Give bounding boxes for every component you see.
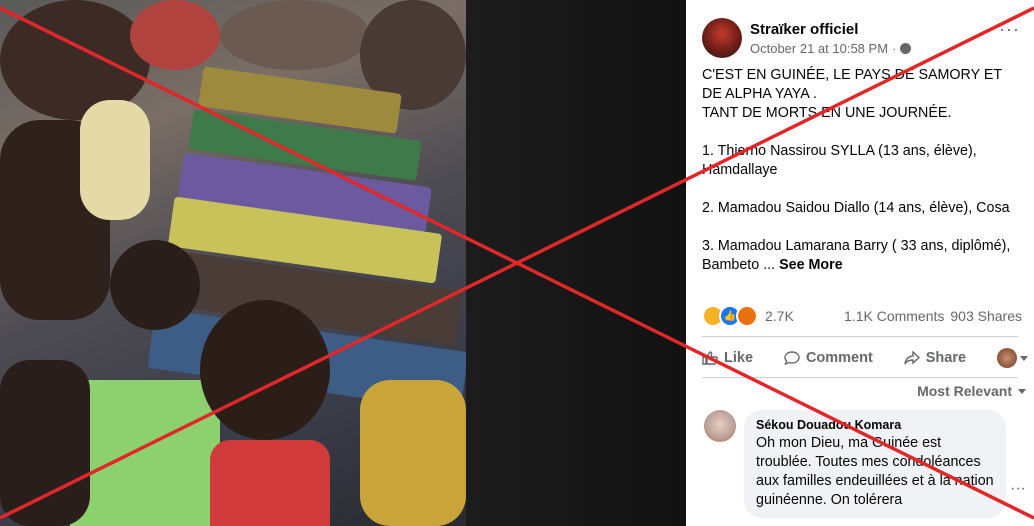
thumbs-up-icon [702, 351, 718, 365]
divider [702, 377, 1018, 378]
post-meta: October 21 at 10:58 PM · [750, 40, 912, 56]
post-list-item-1: 1. Thierno Nassirou SYLLA (13 ans, élève… [702, 143, 977, 178]
post-actions: Like Comment Share [702, 344, 1028, 372]
comment-more-icon[interactable]: ··· [1010, 481, 1026, 497]
comment-sort-dropdown[interactable]: Most Relevant [917, 383, 1026, 399]
post-text: C'EST EN GUINÉE, LE PAYS DE SAMORY ET DE… [702, 66, 1022, 275]
post-heading-line2: TANT DE MORTS EN UNE JOURNÉE. [702, 105, 952, 121]
comment: Sékou Douadou Komara Oh mon Dieu, ma Gui… [704, 410, 1006, 518]
comment-bubble: Sékou Douadou Komara Oh mon Dieu, ma Gui… [744, 410, 1006, 518]
comment-author[interactable]: Sékou Douadou Komara [756, 418, 994, 432]
comment-button[interactable]: Comment [784, 350, 873, 366]
globe-icon [900, 42, 912, 54]
comment-avatar[interactable] [704, 410, 736, 442]
caret-down-icon [1019, 355, 1028, 361]
see-more-link[interactable]: See More [779, 257, 843, 273]
shares-count[interactable]: 903 Shares [950, 308, 1022, 324]
post-author[interactable]: Straïker officiel [750, 21, 911, 38]
comments-count[interactable]: 1.1K Comments [844, 308, 944, 324]
more-options-icon[interactable]: ··· [999, 20, 1020, 38]
meta-separator: · [892, 40, 897, 56]
share-icon [904, 351, 920, 365]
profile-switcher[interactable] [996, 348, 1028, 368]
photo-background [466, 0, 686, 526]
divider [702, 336, 1018, 337]
comment-icon [784, 351, 800, 365]
reaction-count[interactable]: 2.7K [765, 308, 794, 324]
post-heading-line1: C'EST EN GUINÉE, LE PAYS DE SAMORY ET DE… [702, 67, 1002, 102]
post-timestamp[interactable]: October 21 at 10:58 PM [750, 41, 888, 56]
comment-text: Oh mon Dieu, ma Guinée est troublée. Tou… [756, 435, 994, 508]
post-photo [0, 0, 466, 526]
post-photo-viewer [0, 0, 686, 526]
post-list-item-2: 2. Mamadou Saidou Diallo (14 ans, élève)… [702, 200, 1010, 216]
like-button[interactable]: Like [702, 350, 753, 366]
post-header: Straïker officiel October 21 at 10:58 PM… [702, 16, 912, 60]
sort-label: Most Relevant [917, 383, 1012, 399]
author-avatar[interactable] [702, 18, 742, 58]
like-label: Like [724, 350, 754, 366]
share-button[interactable]: Share [904, 350, 966, 366]
comment-label: Comment [805, 350, 873, 366]
mini-avatar [996, 348, 1017, 368]
angry-icon[interactable] [736, 305, 758, 327]
post-list-item-3: 3. Mamadou Lamarana Barry ( 33 ans, dipl… [702, 238, 1011, 273]
caret-down-icon [1018, 388, 1026, 394]
share-label: Share [925, 350, 967, 366]
reactions-bar: 👍 2.7K 1.1K Comments 903 Shares [702, 305, 1022, 327]
post-side-panel: Straïker officiel October 21 at 10:58 PM… [686, 0, 1034, 526]
